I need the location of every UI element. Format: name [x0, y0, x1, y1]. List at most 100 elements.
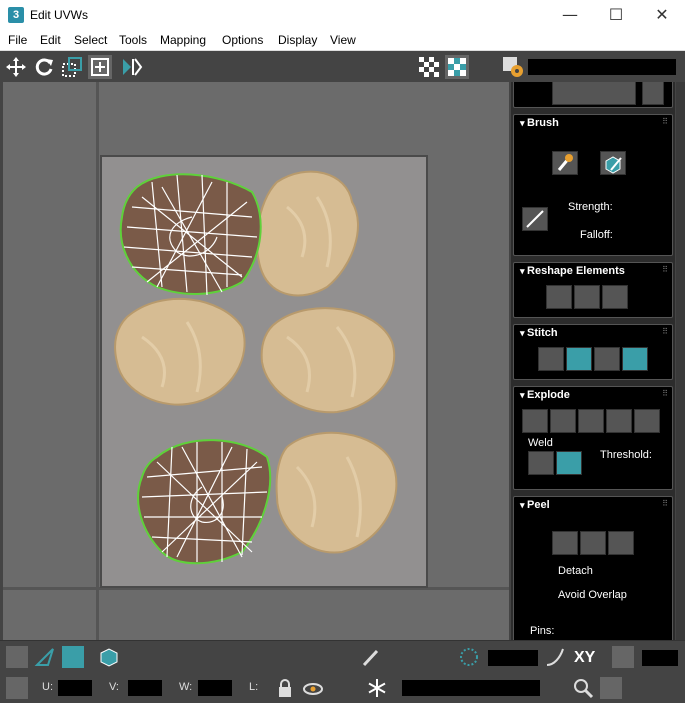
show-hide-icon[interactable] [302, 677, 324, 699]
rollout-top-partial [513, 82, 673, 108]
zoom-icon[interactable] [572, 677, 594, 699]
toolbar-value-field[interactable] [528, 59, 676, 75]
minimize-button[interactable]: — [547, 0, 593, 30]
coordinates-icon[interactable] [612, 646, 634, 668]
rollout-brush: Brush ⠿ Strength: Falloff: [513, 114, 673, 256]
close-button[interactable]: ✕ [639, 0, 685, 30]
menu-display[interactable]: Display [278, 33, 317, 47]
loop-grow-icon[interactable] [220, 646, 242, 668]
relax-alt-button[interactable] [602, 285, 628, 309]
rollout-reshape-elements: Reshape Elements ⠿ [513, 262, 673, 318]
falloff-curve-icon[interactable] [544, 646, 566, 668]
quick-peel-button[interactable] [552, 531, 578, 555]
shrink-selection-icon[interactable] [162, 646, 184, 668]
grow-selection-icon[interactable] [138, 646, 160, 668]
peel-mode-button[interactable] [580, 531, 606, 555]
explode-title[interactable]: Explode [520, 389, 570, 401]
paint-select-icon[interactable] [360, 646, 382, 668]
face-mode-icon[interactable] [62, 646, 84, 668]
rotate-icon[interactable] [32, 55, 56, 79]
brush-line-button[interactable] [522, 207, 548, 231]
brush-move-button[interactable] [552, 151, 578, 175]
ring-shrink-icon[interactable] [336, 646, 358, 668]
freeze-icon[interactable] [366, 677, 388, 699]
menu-select[interactable]: Select [74, 33, 107, 47]
soft-selection-value[interactable] [488, 650, 538, 666]
brush-relax-button[interactable] [600, 151, 626, 175]
menu-view[interactable]: View [330, 33, 356, 47]
stitch-target-button[interactable] [622, 347, 648, 371]
coordinates-value[interactable] [642, 650, 678, 666]
grid-line [96, 82, 99, 640]
weld-selected-button[interactable] [528, 451, 554, 475]
lock-icon[interactable] [274, 677, 296, 699]
window-title: Edit UVWs [30, 8, 89, 22]
stitch-title[interactable]: Stitch [520, 327, 558, 339]
soft-selection-icon[interactable] [458, 646, 480, 668]
checker-icon[interactable] [417, 55, 441, 79]
zoom-extents-icon[interactable] [628, 677, 650, 699]
explode-button-5[interactable] [634, 409, 660, 433]
explode-button-3[interactable] [578, 409, 604, 433]
stitch-source-button[interactable] [566, 347, 592, 371]
loop-shrink-icon[interactable] [246, 646, 268, 668]
zoom-region-icon[interactable] [600, 677, 622, 699]
avoid-overlap-label[interactable]: Avoid Overlap [558, 589, 627, 601]
title-bar: 3 Edit UVWs — ☐ ✕ [0, 0, 685, 30]
uv-viewport[interactable] [3, 82, 509, 640]
explode-button-4[interactable] [606, 409, 632, 433]
peel-title[interactable]: Peel [520, 499, 550, 511]
filter-field[interactable] [402, 680, 540, 696]
falloff-label: Falloff: [580, 229, 613, 241]
w-field[interactable] [198, 680, 232, 696]
paint-grow-icon[interactable] [390, 646, 412, 668]
paint-shrink-icon[interactable] [416, 646, 438, 668]
transform-mode-icon[interactable] [6, 677, 28, 699]
ring-icon[interactable] [280, 646, 302, 668]
move-icon[interactable] [4, 55, 28, 79]
u-field[interactable] [58, 680, 92, 696]
texture-icon[interactable] [445, 55, 469, 79]
element-mode-icon[interactable] [98, 646, 120, 668]
stitch-custom-button[interactable] [538, 347, 564, 371]
brush-title[interactable]: Brush [520, 117, 559, 129]
menu-mapping[interactable]: Mapping [160, 33, 206, 47]
weld-label: Weld [528, 437, 553, 449]
uv-shell-selected [119, 173, 262, 296]
mirror-icon[interactable] [120, 55, 144, 79]
weld-target-button[interactable] [556, 451, 582, 475]
ring-grow-icon[interactable] [306, 646, 328, 668]
menu-edit[interactable]: Edit [40, 33, 61, 47]
stitch-average-button[interactable] [594, 347, 620, 371]
reset-peel-button[interactable] [608, 531, 634, 555]
rollout-peel: Peel ⠿ Detach Avoid Overlap Pins: [513, 496, 673, 640]
explode-button-2[interactable] [550, 409, 576, 433]
straighten-button[interactable] [546, 285, 572, 309]
reshape-title[interactable]: Reshape Elements [520, 265, 625, 277]
v-field[interactable] [128, 680, 162, 696]
settings-icon[interactable] [501, 55, 525, 79]
pan-hand-icon[interactable] [546, 677, 568, 699]
xy-axis-label[interactable]: XY [574, 649, 595, 667]
panel-scrollbar[interactable] [676, 82, 685, 640]
menu-file[interactable]: File [8, 33, 27, 47]
explode-button-1[interactable] [522, 409, 548, 433]
v-label: V: [109, 681, 119, 693]
grid-snap-icon[interactable] [656, 677, 678, 699]
rollout-explode: Explode ⠿ Weld Threshold: [513, 386, 673, 490]
menu-tools[interactable]: Tools [119, 33, 147, 47]
spacing-button[interactable] [642, 82, 664, 105]
loop-icon[interactable] [194, 646, 216, 668]
align-tools-button[interactable] [552, 82, 636, 105]
edit-uvws-window: 3 Edit UVWs — ☐ ✕ File Edit Select Tools… [0, 0, 685, 703]
rollout-stitch: Stitch ⠿ [513, 324, 673, 380]
eye-closed-icon[interactable] [336, 677, 358, 699]
vertex-mode-icon[interactable] [6, 646, 28, 668]
scale-icon[interactable] [60, 55, 84, 79]
detach-label[interactable]: Detach [558, 565, 593, 577]
maximize-button[interactable]: ☐ [593, 0, 639, 30]
menu-options[interactable]: Options [222, 33, 263, 47]
freeform-icon[interactable] [88, 55, 112, 79]
edge-mode-icon[interactable] [34, 646, 56, 668]
relax-button[interactable] [574, 285, 600, 309]
